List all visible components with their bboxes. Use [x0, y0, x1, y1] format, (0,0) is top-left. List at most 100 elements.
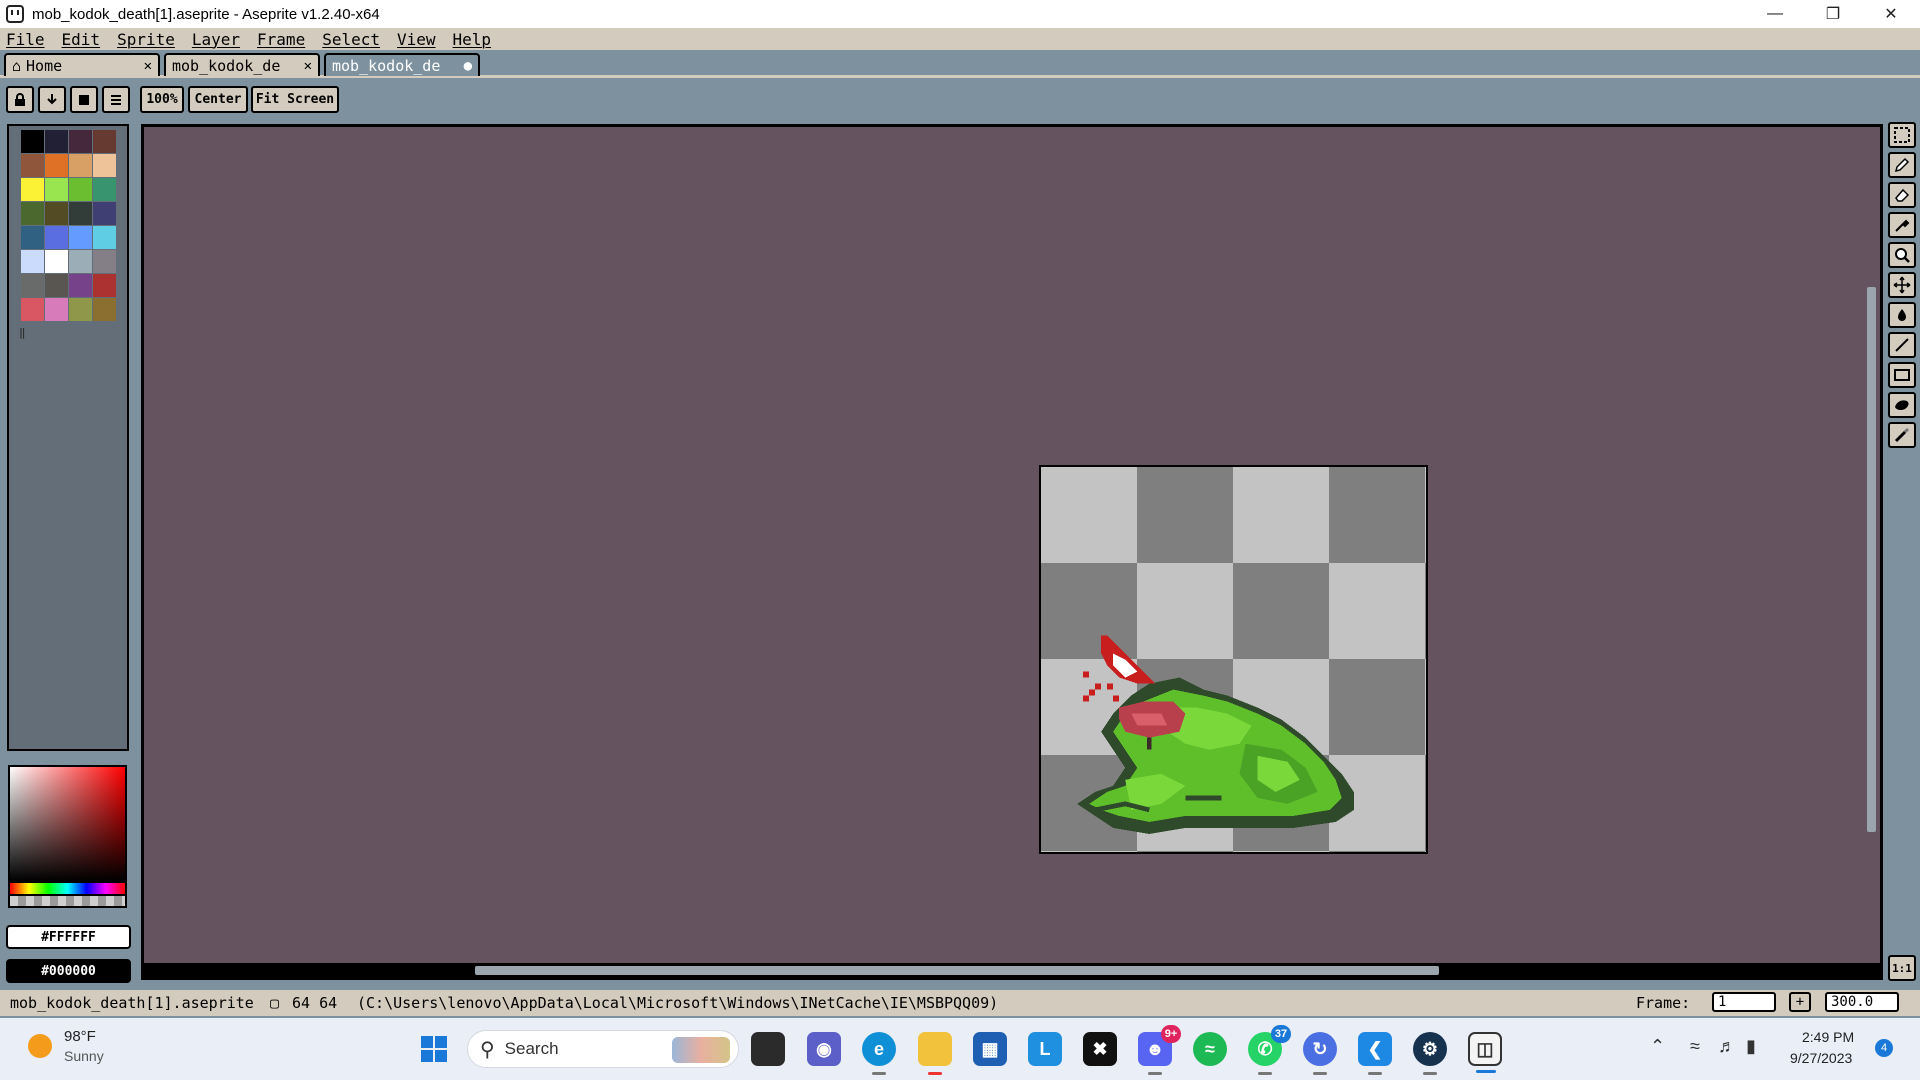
tab-home[interactable]: ⌂ Home ✕: [4, 53, 160, 76]
minimize-button[interactable]: —: [1746, 0, 1804, 28]
add-frame-icon[interactable]: +: [1789, 992, 1811, 1012]
l-app-icon[interactable]: L: [1028, 1032, 1062, 1066]
microsoft-store-icon[interactable]: ▦: [973, 1032, 1007, 1066]
clock-time[interactable]: 2:49 PM: [1802, 1029, 1854, 1045]
palette-swatch[interactable]: [45, 154, 68, 177]
palette-swatch[interactable]: [45, 274, 68, 297]
xbox-icon[interactable]: ✖: [1083, 1032, 1117, 1066]
palette-swatch[interactable]: [69, 202, 92, 225]
tab-close-icon[interactable]: ✕: [144, 58, 152, 74]
whatsapp-icon[interactable]: ✆ 37: [1248, 1025, 1291, 1075]
edge-browser-icon[interactable]: e: [862, 1032, 896, 1075]
menu-lines-icon[interactable]: [102, 86, 130, 113]
menu-sprite[interactable]: Sprite: [117, 30, 175, 49]
palette-swatch[interactable]: [93, 130, 116, 153]
palette-swatch[interactable]: [21, 250, 44, 273]
zoom-input[interactable]: 300.0: [1825, 992, 1899, 1012]
fit-screen-button[interactable]: Fit Screen: [251, 86, 339, 113]
contour-tool-icon[interactable]: [1888, 392, 1916, 418]
menu-file[interactable]: File: [6, 30, 45, 49]
hue-slider[interactable]: [8, 883, 127, 896]
palette-swatch[interactable]: [69, 274, 92, 297]
restore-button[interactable]: ❐: [1804, 0, 1862, 28]
palette-swatch[interactable]: [93, 178, 116, 201]
taskbar-search-box[interactable]: ⚲ Search: [467, 1030, 739, 1068]
marquee-tool-icon[interactable]: [1888, 122, 1916, 148]
notification-count-badge[interactable]: 4: [1875, 1039, 1893, 1057]
palette-swatch[interactable]: [69, 298, 92, 321]
eraser-tool-icon[interactable]: [1888, 182, 1916, 208]
tab-modified-icon[interactable]: ●: [464, 58, 472, 74]
paint-bucket-tool-icon[interactable]: [1888, 302, 1916, 328]
vertical-scrollbar[interactable]: [1867, 287, 1876, 832]
palette-resize-handle[interactable]: ‖: [19, 326, 26, 339]
palette-swatch[interactable]: [93, 154, 116, 177]
background-color-field[interactable]: #000000: [6, 959, 131, 983]
close-button[interactable]: ✕: [1862, 0, 1920, 28]
wifi-icon[interactable]: ≈: [1690, 1036, 1700, 1057]
square-icon[interactable]: [70, 86, 98, 113]
loop-app-icon[interactable]: ↻: [1303, 1032, 1337, 1075]
weather-temp[interactable]: 98°F: [64, 1028, 96, 1045]
rectangle-tool-icon[interactable]: [1888, 362, 1916, 388]
palette-swatch[interactable]: [45, 298, 68, 321]
palette-swatch[interactable]: [69, 178, 92, 201]
color-saturation-value-picker[interactable]: [8, 765, 127, 883]
menu-edit[interactable]: Edit: [62, 30, 101, 49]
palette-swatch[interactable]: [69, 226, 92, 249]
eyedropper-tool-icon[interactable]: [1888, 212, 1916, 238]
aseprite-taskbar-icon[interactable]: ◫: [1468, 1032, 1502, 1073]
windows-start-icon[interactable]: [417, 1032, 451, 1066]
zoom-tool-icon[interactable]: [1888, 242, 1916, 268]
foreground-color-field[interactable]: #FFFFFF: [6, 925, 131, 949]
center-button[interactable]: Center: [188, 86, 248, 113]
chevron-up-icon[interactable]: ⌃: [1650, 1036, 1665, 1057]
palette-swatch[interactable]: [69, 250, 92, 273]
sprite-canvas[interactable]: [1039, 465, 1428, 854]
palette-swatch[interactable]: [21, 274, 44, 297]
palette-swatch[interactable]: [45, 202, 68, 225]
teams-chat-icon[interactable]: ◉: [807, 1032, 841, 1066]
battery-icon[interactable]: ▮: [1746, 1036, 1756, 1057]
blur-tool-icon[interactable]: [1888, 422, 1916, 448]
one-to-one-zoom-button[interactable]: 1:1: [1888, 955, 1916, 981]
horizontal-scrollbar[interactable]: [475, 966, 1439, 975]
weather-desc[interactable]: Sunny: [64, 1048, 104, 1064]
lock-icon[interactable]: [6, 86, 34, 113]
pencil-tool-icon[interactable]: [1888, 152, 1916, 178]
palette-swatch[interactable]: [21, 226, 44, 249]
discord-icon[interactable]: ☻ 9+: [1138, 1025, 1181, 1075]
menu-view[interactable]: View: [397, 30, 436, 49]
editor-canvas-area[interactable]: [141, 124, 1883, 980]
steam-icon[interactable]: ⚙: [1413, 1032, 1447, 1075]
tab-file-2-active[interactable]: mob_kodok_de ●: [324, 53, 480, 76]
clock-date[interactable]: 9/27/2023: [1790, 1050, 1852, 1066]
task-view-icon[interactable]: [751, 1032, 785, 1066]
palette-swatch[interactable]: [21, 178, 44, 201]
palette-swatch[interactable]: [93, 298, 116, 321]
menu-select[interactable]: Select: [322, 30, 380, 49]
palette-swatch[interactable]: [93, 250, 116, 273]
palette-swatch[interactable]: [45, 130, 68, 153]
download-arrow-icon[interactable]: [38, 86, 66, 113]
line-tool-icon[interactable]: [1888, 332, 1916, 358]
palette-swatch[interactable]: [93, 202, 116, 225]
tab-file-1[interactable]: mob_kodok_de ✕: [164, 53, 320, 76]
tab-close-icon[interactable]: ✕: [304, 58, 312, 74]
file-explorer-icon[interactable]: [918, 1032, 952, 1075]
vscode-icon[interactable]: ❮: [1358, 1032, 1392, 1075]
palette-swatch[interactable]: [93, 226, 116, 249]
menu-layer[interactable]: Layer: [192, 30, 240, 49]
palette-swatch[interactable]: [69, 154, 92, 177]
palette-swatch[interactable]: [21, 298, 44, 321]
alpha-slider[interactable]: [8, 896, 127, 908]
menu-frame[interactable]: Frame: [257, 30, 305, 49]
spotify-icon[interactable]: ≈: [1193, 1032, 1227, 1066]
palette-swatch[interactable]: [69, 130, 92, 153]
zoom-100-button[interactable]: 100%: [140, 86, 184, 113]
palette-swatch[interactable]: [45, 250, 68, 273]
frame-input[interactable]: 1: [1712, 992, 1776, 1012]
volume-icon[interactable]: ♬: [1718, 1036, 1736, 1057]
palette-swatch[interactable]: [21, 154, 44, 177]
menu-help[interactable]: Help: [453, 30, 492, 49]
